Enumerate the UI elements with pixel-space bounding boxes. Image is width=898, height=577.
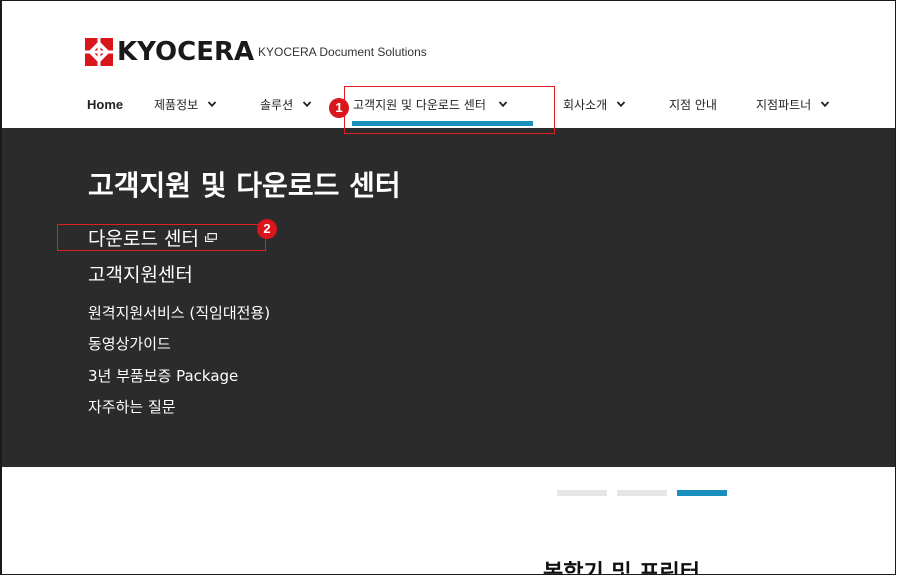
chevron-down-icon (821, 101, 830, 108)
link-label: 고객지원센터 (88, 264, 193, 286)
logo-wordmark: KYOCERA (117, 37, 255, 67)
chevron-down-icon (498, 101, 508, 108)
nav-item-label: 솔루션 (260, 97, 294, 112)
nav-item-label: Home (87, 96, 124, 112)
carousel-dot-1[interactable] (557, 490, 607, 496)
annotation-badge-1: 1 (329, 98, 349, 118)
faq-link[interactable]: 자주하는 질문 (88, 396, 176, 417)
nav-item-solutions[interactable]: 솔루션 (260, 92, 312, 116)
mega-menu-title: 고객지원 및 다운로드 센터 (88, 169, 401, 202)
chevron-down-icon (617, 101, 626, 108)
main-navigation: Home 제품정보 솔루션 고객지원 및 다운로드 센터 회사소개 지점 안내 … (0, 92, 898, 116)
customer-support-center-link[interactable]: 고객지원센터 (88, 260, 193, 287)
section-heading-text: 복합기 및 프린터 (543, 561, 700, 575)
nav-item-label: 회사소개 (563, 97, 608, 112)
nav-item-support[interactable]: 고객지원 및 다운로드 센터 (353, 92, 508, 116)
nav-item-partners[interactable]: 지점파트너 (756, 92, 830, 116)
nav-item-products[interactable]: 제품정보 (154, 92, 217, 116)
nav-item-label: 고객지원 및 다운로드 센터 (353, 97, 486, 112)
download-center-link[interactable]: 다운로드 센터 (88, 224, 217, 251)
chevron-down-icon (302, 101, 312, 108)
brand-tagline: KYOCERA Document Solutions (258, 45, 427, 59)
carousel-dot-3[interactable] (677, 490, 727, 496)
section-heading-partial: 복합기 및 프린터 (543, 561, 783, 575)
carousel-dot-2[interactable] (617, 490, 667, 496)
site-header: KYOCERA KYOCERA Document Solutions Home … (0, 0, 898, 128)
remote-support-link[interactable]: 원격지원서비스 (직임대전용) (88, 302, 270, 323)
support-mega-menu: 고객지원 및 다운로드 센터 다운로드 센터 고객지원센터 원격지원서비스 (직… (2, 128, 896, 467)
nav-item-branches[interactable]: 지점 안내 (669, 92, 717, 116)
annotation-badge-2: 2 (257, 219, 277, 239)
nav-item-label: 지점 안내 (669, 97, 717, 112)
kyocera-logo-icon (85, 38, 113, 66)
nav-item-company[interactable]: 회사소개 (563, 92, 626, 116)
parts-warranty-link[interactable]: 3년 부품보증 Package (88, 365, 238, 386)
kyocera-logo[interactable]: KYOCERA (85, 38, 254, 66)
nav-active-indicator (352, 121, 533, 126)
external-link-icon (204, 233, 217, 242)
nav-item-label: 지점파트너 (756, 97, 812, 112)
nav-item-label: 제품정보 (154, 97, 199, 112)
chevron-down-icon (208, 101, 217, 108)
video-guide-link[interactable]: 동영상가이드 (88, 333, 171, 354)
link-label: 다운로드 센터 (88, 228, 199, 250)
nav-item-home[interactable]: Home (87, 92, 123, 116)
